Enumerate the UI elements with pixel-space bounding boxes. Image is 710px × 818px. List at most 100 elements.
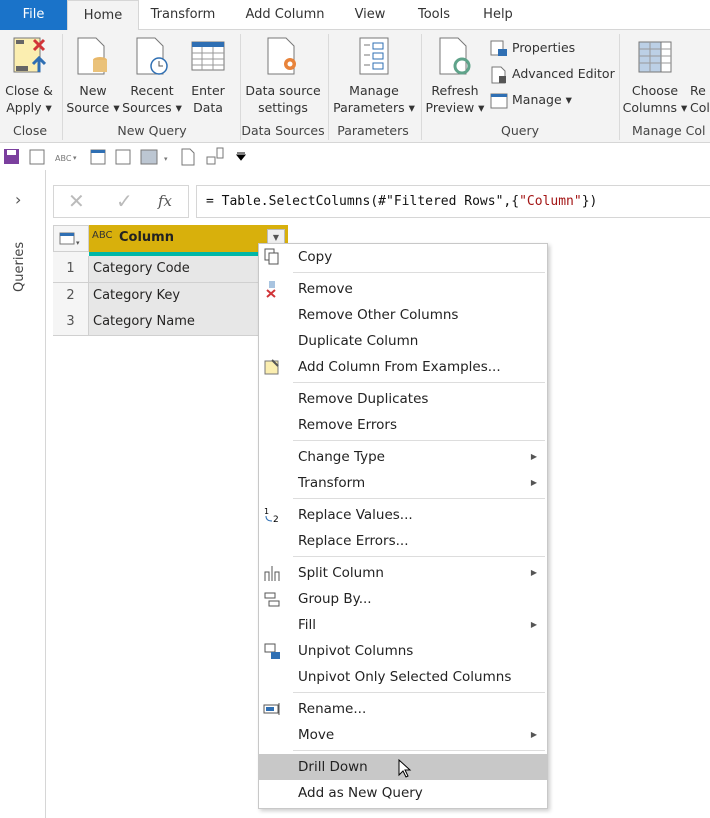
- menu-item-label: Remove: [298, 281, 353, 297]
- menu-item-add-as-new-query[interactable]: Add as New Query: [259, 780, 547, 806]
- mouse-cursor-icon: [398, 759, 412, 778]
- svg-text:2: 2: [273, 515, 279, 524]
- rename-icon: [263, 703, 280, 715]
- menu-item-label: Remove Duplicates: [298, 391, 429, 407]
- menu-item-duplicate-column[interactable]: Duplicate Column: [259, 328, 547, 354]
- menu-item-label: Fill: [298, 617, 317, 633]
- spelling-icon[interactable]: ABC ▾: [55, 154, 77, 163]
- group-label-data-sources: Data Sources: [241, 123, 325, 138]
- menu-item-label: Add as New Query: [298, 785, 423, 801]
- submenu-arrow-icon: ▶: [530, 452, 537, 461]
- submenu-arrow-icon: ▶: [530, 620, 537, 629]
- quick-access-toolbar: ABC ▾ ▾: [0, 143, 710, 170]
- advanced-editor-icon: [491, 66, 506, 83]
- new-source-button[interactable]: New Source ▾: [66, 36, 120, 116]
- tab-transform[interactable]: Transform: [143, 0, 223, 30]
- remove-columns-button[interactable]: Re Col: [690, 36, 710, 116]
- menu-item-move[interactable]: Move ▶: [259, 722, 547, 748]
- row-number: 2: [53, 283, 89, 310]
- menu-item-fill[interactable]: Fill ▶: [259, 612, 547, 638]
- menu-item-unpivot-only-selected-columns[interactable]: Unpivot Only Selected Columns: [259, 664, 547, 690]
- group-label-close: Close: [12, 123, 48, 138]
- menu-item-rename[interactable]: Rename...: [259, 696, 547, 722]
- menu-item-label: Transform: [298, 475, 366, 491]
- menu-item-split-column[interactable]: Split Column ▶: [259, 560, 547, 586]
- tab-home[interactable]: Home: [67, 0, 139, 31]
- group-label-query: Query: [501, 123, 539, 138]
- menu-item-group-by[interactable]: Group By...: [259, 586, 547, 612]
- manage-parameters-icon: [359, 37, 389, 75]
- grid-icon[interactable]: [115, 149, 131, 165]
- menu-item-remove-errors[interactable]: Remove Errors: [259, 412, 547, 438]
- menu-item-label: Unpivot Only Selected Columns: [298, 669, 512, 685]
- menu-item-label: Add Column From Examples...: [298, 359, 501, 375]
- cancel-icon[interactable]: ✕: [68, 189, 85, 213]
- advanced-editor-button[interactable]: Advanced Editor: [490, 64, 615, 84]
- save-icon[interactable]: [4, 149, 19, 164]
- tab-file[interactable]: File: [0, 0, 67, 30]
- menu-item-replace-errors[interactable]: Replace Errors...: [259, 528, 547, 554]
- grid-fill-icon[interactable]: ▾: [140, 149, 168, 165]
- close-apply-icon: [13, 37, 46, 73]
- menu-item-label: Remove Errors: [298, 417, 398, 433]
- menu-item-label: Drill Down: [298, 759, 368, 775]
- fx-icon[interactable]: fx: [158, 192, 172, 210]
- menu-item-label: Remove Other Columns: [298, 307, 459, 323]
- customize-toolbar-icon[interactable]: [235, 152, 247, 161]
- menu-item-label: Rename...: [298, 701, 367, 717]
- menu-item-change-type[interactable]: Change Type ▶: [259, 444, 547, 470]
- enter-data-button[interactable]: Enter Data: [186, 36, 230, 116]
- document-icon[interactable]: [181, 148, 195, 166]
- row-number: 3: [53, 309, 89, 336]
- close-apply-button[interactable]: Close & Apply ▾: [3, 36, 55, 116]
- expand-chevron-icon[interactable]: ›: [15, 190, 21, 209]
- menu-item-label: Unpivot Columns: [298, 643, 414, 659]
- recent-sources-button[interactable]: Recent Sources ▾: [122, 36, 182, 116]
- manage-button[interactable]: Manage ▾: [490, 90, 572, 110]
- submenu-arrow-icon: ▶: [530, 568, 537, 577]
- svg-text:1: 1: [264, 507, 269, 516]
- menu-item-copy[interactable]: Copy: [259, 244, 547, 270]
- group-label-manage-columns: Manage Col: [632, 123, 706, 138]
- new-table-icon[interactable]: [29, 149, 45, 165]
- queries-pane-label[interactable]: Queries: [12, 242, 27, 292]
- submenu-arrow-icon: ▶: [530, 478, 537, 487]
- group-label-parameters: Parameters: [337, 123, 409, 138]
- svg-text:ABC: ABC: [55, 154, 72, 163]
- menu-item-unpivot-columns[interactable]: Unpivot Columns: [259, 638, 547, 664]
- refresh-icon: [439, 37, 471, 75]
- data-source-settings-button[interactable]: Data source settings: [244, 36, 322, 116]
- menu-item-remove[interactable]: Remove: [259, 276, 547, 302]
- text-type-icon[interactable]: ABC: [92, 230, 113, 241]
- quick-access-icons: ABC ▾ ▾: [4, 147, 247, 166]
- unpivot-icon: [264, 643, 280, 659]
- menu-item-remove-duplicates[interactable]: Remove Duplicates: [259, 386, 547, 412]
- queries-pane: › Queries: [0, 170, 46, 818]
- manage-parameters-button[interactable]: Manage Parameters ▾: [332, 36, 416, 116]
- choose-columns-button[interactable]: Choose Columns ▾: [622, 36, 688, 116]
- tab-view[interactable]: View: [345, 0, 395, 30]
- menu-item-label: Replace Errors...: [298, 533, 409, 549]
- swap-icon[interactable]: [206, 147, 224, 165]
- menu-item-transform[interactable]: Transform ▶: [259, 470, 547, 496]
- tab-help[interactable]: Help: [476, 0, 520, 30]
- refresh-preview-button[interactable]: Refresh Preview ▾: [425, 36, 485, 116]
- ribbon-tabs: File Home Transform Add Column View Tool…: [0, 0, 710, 31]
- table-menu-icon[interactable]: ▾: [53, 225, 89, 252]
- tab-add-column[interactable]: Add Column: [238, 0, 332, 30]
- table-icon[interactable]: [90, 149, 106, 165]
- data-source-settings-icon: [267, 37, 296, 75]
- svg-text:▾: ▾: [164, 155, 168, 163]
- recent-sources-icon: [136, 37, 168, 75]
- properties-button[interactable]: Properties: [490, 38, 575, 58]
- group-label-new-query: New Query: [117, 123, 187, 138]
- svg-text:▾: ▾: [73, 154, 77, 162]
- formula-bar[interactable]: = Table.SelectColumns(#"Filtered Rows",{…: [196, 185, 710, 218]
- menu-item-add-column-from-examples[interactable]: Add Column From Examples...: [259, 354, 547, 380]
- tab-tools[interactable]: Tools: [410, 0, 458, 30]
- examples-icon: [264, 359, 279, 375]
- menu-item-label: Change Type: [298, 449, 385, 465]
- menu-item-remove-other-columns[interactable]: Remove Other Columns: [259, 302, 547, 328]
- menu-item-replace-values[interactable]: 1 2 Replace Values...: [259, 502, 547, 528]
- confirm-icon[interactable]: ✓: [116, 189, 133, 213]
